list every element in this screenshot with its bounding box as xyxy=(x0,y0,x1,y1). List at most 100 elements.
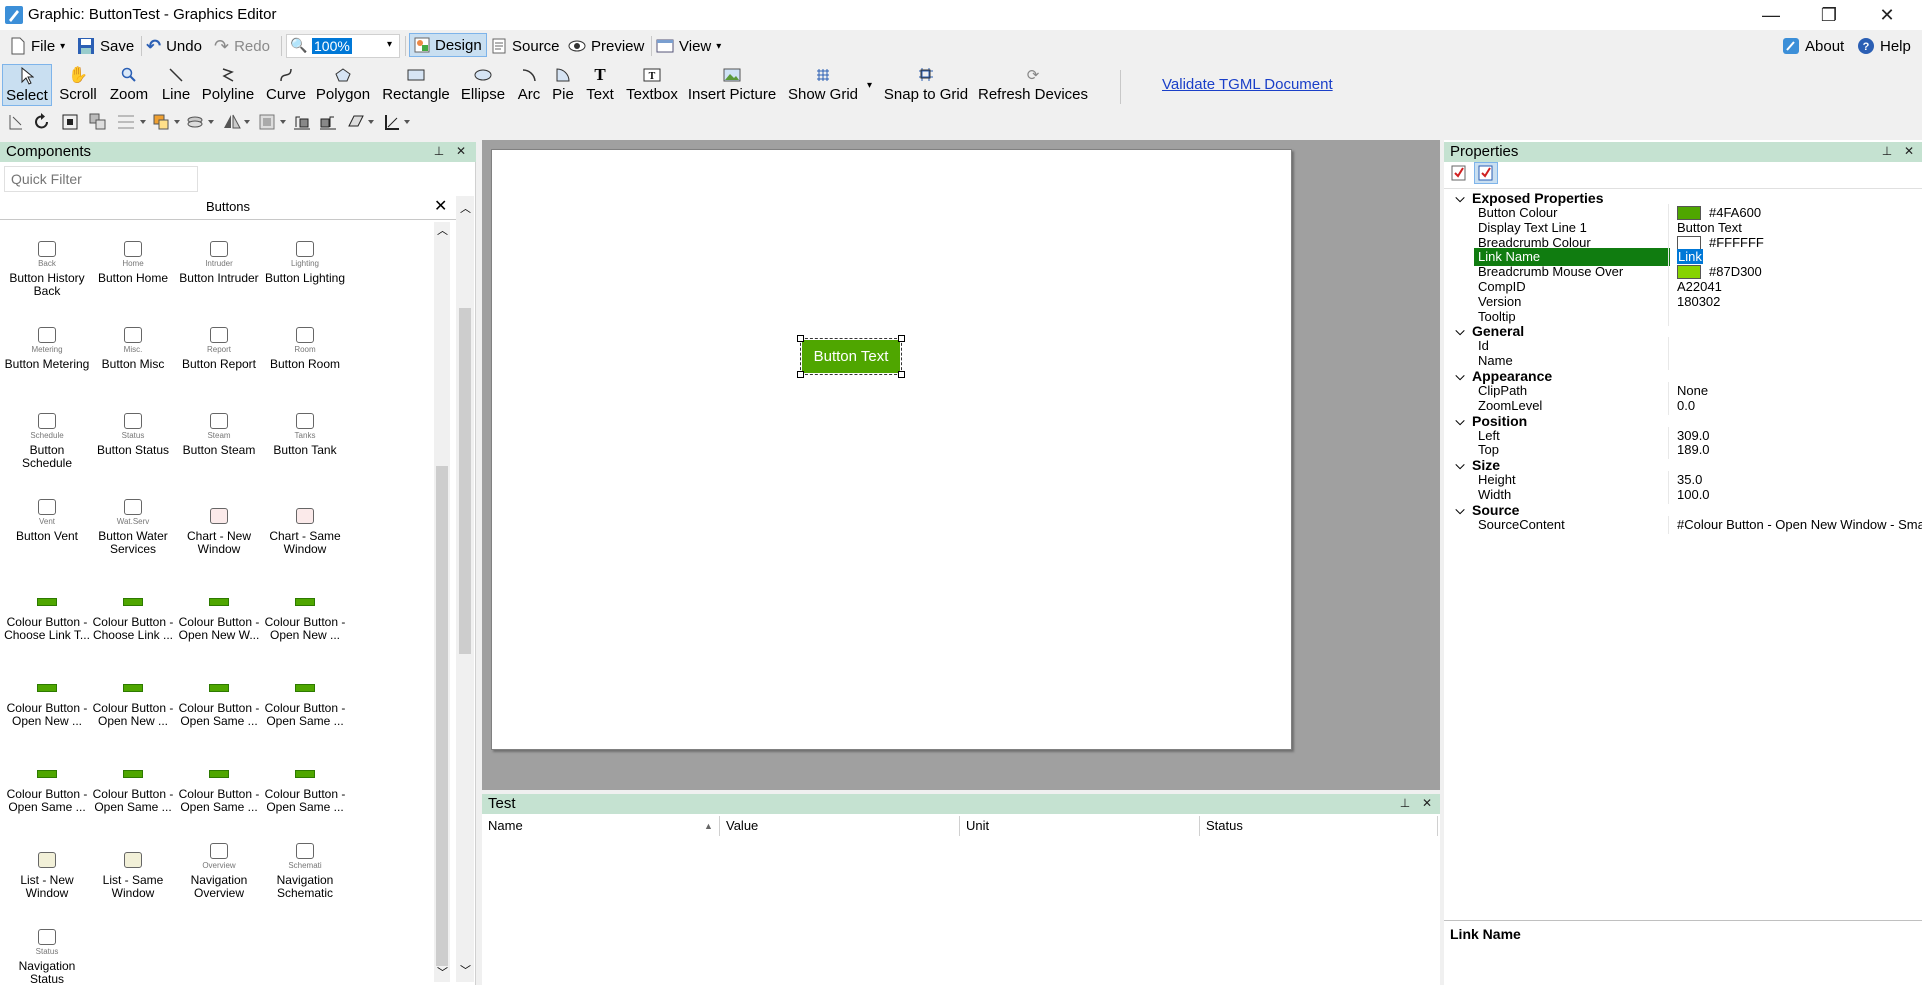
panel-close-icon[interactable]: ✕ xyxy=(454,144,468,158)
pin-icon[interactable]: ⊥ xyxy=(1880,144,1894,158)
component-item[interactable]: Overview Navigation Overview xyxy=(176,832,262,900)
resize-handle[interactable] xyxy=(797,371,804,378)
categorized-view-icon[interactable] xyxy=(1450,164,1468,182)
flip-icon[interactable] xyxy=(222,112,254,132)
validate-tgml-link[interactable]: Validate TGML Document xyxy=(1162,76,1333,93)
align-icon[interactable] xyxy=(6,112,26,132)
column-header-unit[interactable]: Unit xyxy=(960,816,1200,836)
show-grid-tool[interactable]: Show Grid xyxy=(786,64,860,106)
pin-icon[interactable]: ⊥ xyxy=(432,144,446,158)
send-back-icon[interactable] xyxy=(318,112,338,132)
scroll-thumb[interactable] xyxy=(436,466,448,966)
panel-scrollbar[interactable]: ︿ ﹀ xyxy=(456,196,474,982)
pie-tool[interactable]: Pie xyxy=(548,64,578,106)
line-tool[interactable]: Line xyxy=(158,64,194,106)
property-row[interactable]: SourceContent #Colour Button - Open New W… xyxy=(1446,515,1922,534)
component-item[interactable]: Colour Button - Open Same ... xyxy=(4,746,90,814)
minimize-button[interactable]: — xyxy=(1742,0,1800,30)
layer-icon[interactable] xyxy=(186,112,218,132)
preview-tab[interactable]: Preview xyxy=(568,34,644,58)
component-item[interactable]: Wat.Serv Button Water Services xyxy=(90,488,176,556)
polyline-tool[interactable]: Polyline xyxy=(200,64,256,106)
component-item[interactable]: Colour Button - Open Same ... xyxy=(262,746,348,814)
scroll-down-icon[interactable]: ﹀ xyxy=(437,964,448,980)
component-item[interactable]: Status Navigation Status xyxy=(4,918,90,985)
component-item[interactable]: Colour Button - Choose Link ... xyxy=(90,574,176,642)
component-item[interactable]: Metering Button Metering xyxy=(4,316,90,371)
component-item[interactable]: Colour Button - Open Same ... xyxy=(90,746,176,814)
arrange-icon[interactable] xyxy=(152,112,184,132)
select-tool[interactable]: Select xyxy=(2,64,52,106)
polygon-tool[interactable]: Polygon xyxy=(314,64,372,106)
group-icon[interactable] xyxy=(88,112,108,132)
close-button[interactable]: ✕ xyxy=(1858,0,1916,30)
component-item[interactable]: Intruder Button Intruder xyxy=(176,230,262,285)
exposed-view-button[interactable] xyxy=(1474,162,1498,184)
anchor-icon[interactable] xyxy=(382,112,414,132)
file-menu[interactable]: File ▾ xyxy=(10,34,65,58)
rectangle-tool[interactable]: Rectangle xyxy=(380,64,452,106)
size-match-icon[interactable] xyxy=(258,112,290,132)
resize-handle[interactable] xyxy=(898,371,905,378)
component-item[interactable]: Lighting Button Lighting xyxy=(262,230,348,285)
curve-tool[interactable]: Curve xyxy=(264,64,308,106)
source-tab[interactable]: Source xyxy=(491,34,560,58)
component-item[interactable]: Colour Button - Open New ... xyxy=(90,660,176,728)
component-item[interactable]: Colour Button - Open New W... xyxy=(176,574,262,642)
dropdown-arrow-icon[interactable]: ▾ xyxy=(387,39,392,50)
component-item[interactable]: Colour Button - Open Same ... xyxy=(176,746,262,814)
resize-handle[interactable] xyxy=(898,335,905,342)
component-item[interactable]: Colour Button - Open Same ... xyxy=(176,660,262,728)
restore-button[interactable]: ❐ xyxy=(1800,0,1858,30)
component-item[interactable]: Back Button History Back xyxy=(4,230,90,298)
component-item[interactable]: List - Same Window xyxy=(90,832,176,900)
dropdown-arrow-icon[interactable]: ▾ xyxy=(867,80,872,91)
textbox-tool[interactable]: T Textbox xyxy=(624,64,680,106)
resize-handle[interactable] xyxy=(797,335,804,342)
view-menu[interactable]: View ▾ xyxy=(656,34,721,58)
scroll-up-icon[interactable]: ︿ xyxy=(437,222,448,238)
save-button[interactable]: Save xyxy=(77,34,134,58)
component-item[interactable]: Schemati Navigation Schematic xyxy=(262,832,348,900)
component-item[interactable]: Colour Button - Open New ... xyxy=(262,574,348,642)
column-header-status[interactable]: Status xyxy=(1200,816,1438,836)
column-header-name[interactable]: Name ▲ xyxy=(482,816,720,836)
design-tab[interactable]: Design xyxy=(409,33,487,57)
component-item[interactable]: Home Button Home xyxy=(90,230,176,285)
group-close-icon[interactable]: ✕ xyxy=(434,196,447,216)
component-item[interactable]: Chart - Same Window xyxy=(262,488,348,556)
zoom-tool[interactable]: Zoom xyxy=(106,64,152,106)
rotate-icon[interactable] xyxy=(32,112,52,132)
zoom-value[interactable]: 100% xyxy=(312,38,352,54)
component-item[interactable]: Chart - New Window xyxy=(176,488,262,556)
scroll-tool[interactable]: ✋ Scroll xyxy=(56,64,100,106)
transform-icon[interactable] xyxy=(346,112,378,132)
snap-to-grid-tool[interactable]: Snap to Grid xyxy=(882,64,970,106)
component-item[interactable]: Steam Button Steam xyxy=(176,402,262,457)
arc-tool[interactable]: Arc xyxy=(514,64,544,106)
about-button[interactable]: About xyxy=(1782,34,1844,58)
insert-picture-tool[interactable]: Insert Picture xyxy=(688,64,776,106)
component-item[interactable]: Status Button Status xyxy=(90,402,176,457)
redo-button[interactable]: ↷ Redo xyxy=(214,34,270,58)
component-item[interactable]: Colour Button - Open New ... xyxy=(4,660,90,728)
scroll-down-icon[interactable]: ﹀ xyxy=(460,962,471,978)
property-value[interactable]: #Colour Button - Open New Window - Smal xyxy=(1668,515,1922,534)
column-header-value[interactable]: Value xyxy=(720,816,960,836)
component-item[interactable]: Vent Button Vent xyxy=(4,488,90,543)
bring-front-icon[interactable] xyxy=(292,112,312,132)
component-item[interactable]: Colour Button - Open Same ... xyxy=(262,660,348,728)
panel-close-icon[interactable]: ✕ xyxy=(1420,796,1434,810)
resize-icon[interactable] xyxy=(60,112,80,132)
pin-icon[interactable]: ⊥ xyxy=(1398,796,1412,810)
text-tool[interactable]: T Text xyxy=(582,64,618,106)
scroll-thumb[interactable] xyxy=(459,308,471,654)
graphic-page[interactable] xyxy=(491,149,1292,750)
component-item[interactable]: Colour Button - Choose Link T... xyxy=(4,574,90,642)
component-item[interactable]: Tanks Button Tank xyxy=(262,402,348,457)
scroll-up-icon[interactable]: ︿ xyxy=(460,200,471,216)
quick-filter-input[interactable] xyxy=(4,166,198,192)
component-item[interactable]: List - New Window xyxy=(4,832,90,900)
zoom-combobox[interactable]: 🔍 100% ▾ xyxy=(286,34,400,58)
component-item[interactable]: Schedule Button Schedule xyxy=(4,402,90,470)
